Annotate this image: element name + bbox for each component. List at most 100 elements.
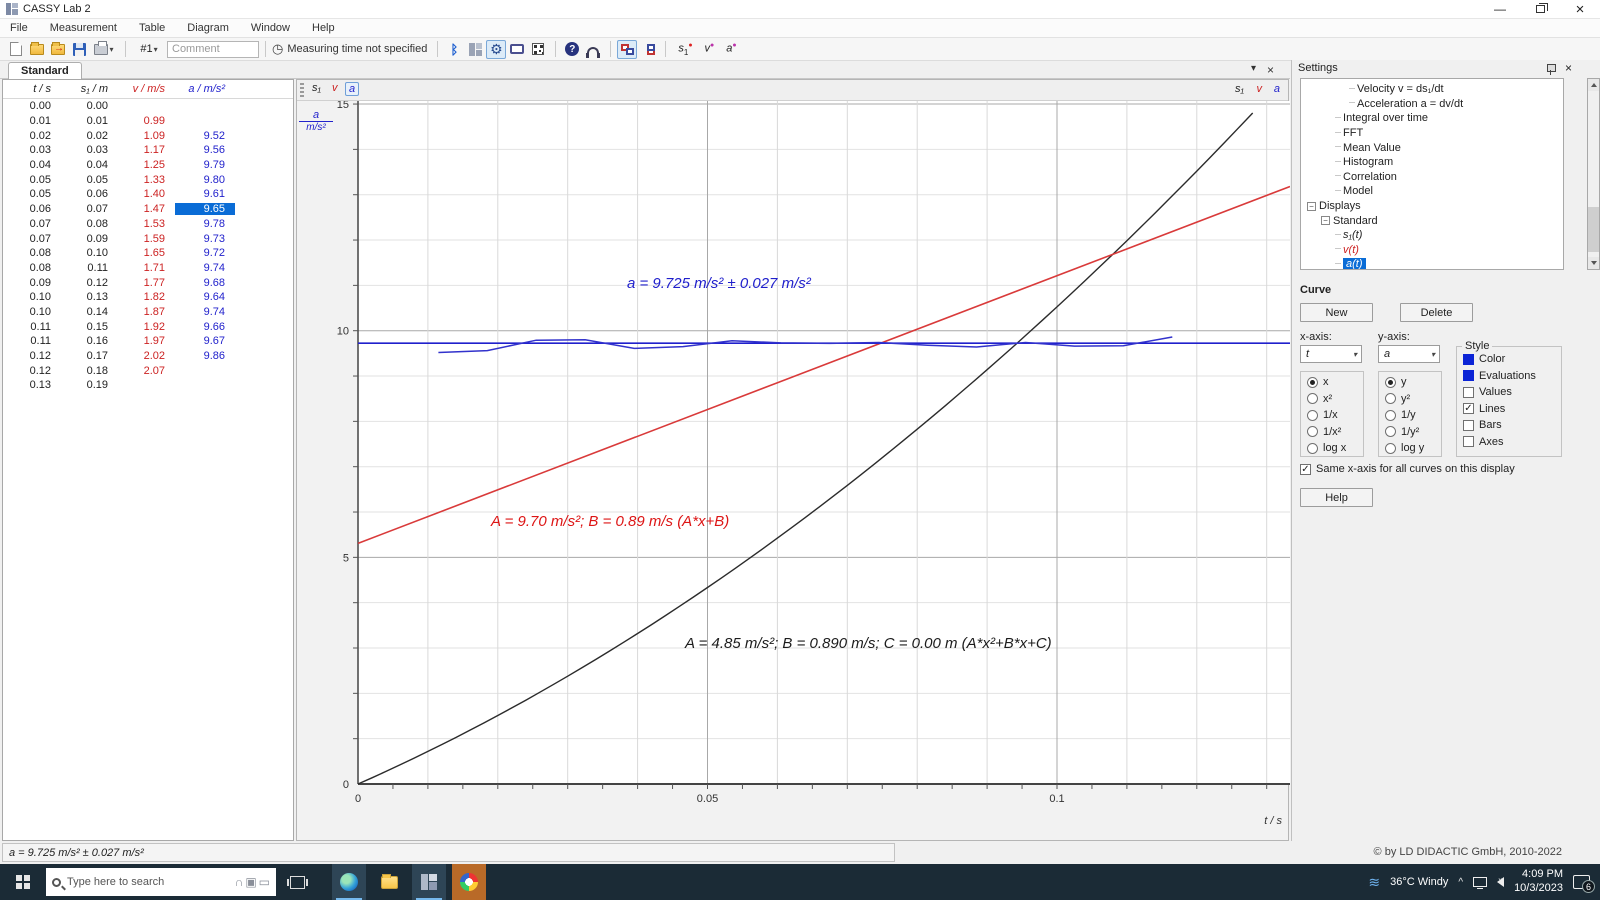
table-cell[interactable]: 0.16	[61, 335, 118, 347]
table-cell[interactable]: 1.47	[118, 203, 175, 215]
table-cell[interactable]: 1.82	[118, 291, 175, 303]
comment-input[interactable]	[167, 41, 259, 58]
x-scale-option[interactable]: log x	[1301, 440, 1363, 457]
tree-item[interactable]: ┄Mean Value	[1301, 140, 1563, 155]
table-cell[interactable]: 0.08	[61, 218, 118, 230]
table-row[interactable]: 0.030.031.179.56	[3, 143, 293, 158]
same-x-axis-checkbox[interactable]: ✓	[1300, 464, 1311, 475]
table-cell[interactable]: 0.10	[3, 306, 61, 318]
tree-item[interactable]: ┄Acceleration a = dv/dt	[1301, 97, 1563, 112]
fit-annotation-parabola[interactable]: A = 4.85 m/s²; B = 0.890 m/s; C = 0.00 m…	[685, 635, 1052, 652]
tree-item[interactable]: ┄v(t)	[1301, 243, 1563, 258]
y-scale-option[interactable]: y²	[1379, 391, 1441, 408]
curve-new-button[interactable]: New	[1300, 303, 1373, 322]
table-cell[interactable]: 9.74	[175, 262, 235, 274]
table-cell[interactable]: 0.09	[3, 277, 61, 289]
tab-standard[interactable]: Standard	[8, 62, 82, 79]
weather-text[interactable]: 36°C Windy	[1390, 876, 1448, 888]
lines-checkbox[interactable]: ✓	[1463, 403, 1474, 414]
table-cell[interactable]: 9.74	[175, 306, 235, 318]
table-cell[interactable]: 0.11	[3, 335, 61, 347]
tree-item[interactable]: ┄Model	[1301, 184, 1563, 199]
task-view-button[interactable]	[280, 864, 314, 900]
table-cell[interactable]: 9.79	[175, 159, 235, 171]
table-cell[interactable]: 2.02	[118, 350, 175, 362]
y-scale-radio[interactable]	[1385, 410, 1396, 421]
table-cell[interactable]: 9.52	[175, 130, 235, 142]
tree-scrollbar[interactable]	[1587, 78, 1600, 270]
minimize-button[interactable]: —	[1480, 0, 1520, 18]
table-cell[interactable]: 0.06	[3, 203, 61, 215]
table-cell[interactable]: 0.04	[3, 159, 61, 171]
table-row[interactable]: 0.080.111.719.74	[3, 261, 293, 276]
col-header-s1[interactable]: s₁ / m	[61, 83, 118, 95]
table-cell[interactable]: 1.59	[118, 233, 175, 245]
axes-checkbox[interactable]	[1463, 436, 1474, 447]
weather-icon[interactable]: ≋	[1368, 874, 1380, 891]
table-cell[interactable]: 0.00	[61, 100, 118, 112]
menu-help[interactable]: Help	[312, 22, 335, 34]
table-cell[interactable]: 9.68	[175, 277, 235, 289]
table-cell[interactable]: 0.02	[3, 130, 61, 142]
table-row[interactable]: 0.070.091.599.73	[3, 231, 293, 246]
col-header-t[interactable]: t / s	[3, 83, 61, 95]
tree-item[interactable]: ┄s₁(t)	[1301, 228, 1563, 243]
x-scale-option[interactable]: x	[1301, 374, 1363, 391]
settings-close-icon[interactable]: ×	[1565, 61, 1572, 75]
style-color[interactable]: Color	[1457, 351, 1561, 368]
tree-expander-icon[interactable]: −	[1307, 202, 1316, 211]
table-cell[interactable]: 0.17	[61, 350, 118, 362]
table-cell[interactable]: 1.71	[118, 262, 175, 274]
table-cell[interactable]: 0.11	[3, 321, 61, 333]
table-row[interactable]: 0.050.051.339.80	[3, 172, 293, 187]
table-cell[interactable]: 9.64	[175, 291, 235, 303]
table-row[interactable]: 0.020.021.099.52	[3, 128, 293, 143]
curve-tab-a[interactable]: a	[345, 82, 359, 96]
table-row[interactable]: 0.120.172.029.86	[3, 349, 293, 364]
table-cell[interactable]: 0.05	[61, 174, 118, 186]
table-cell[interactable]: 0.07	[3, 218, 61, 230]
taskbar-edge[interactable]	[332, 864, 366, 900]
table-cell[interactable]: 9.67	[175, 335, 235, 347]
channel-button-s[interactable]: s1●	[672, 42, 698, 57]
bars-checkbox[interactable]	[1463, 420, 1474, 431]
taskbar-clock[interactable]: 4:09 PM 10/3/2023	[1514, 868, 1563, 896]
menu-measurement[interactable]: Measurement	[50, 22, 117, 34]
table-cell[interactable]: 1.92	[118, 321, 175, 333]
menu-diagram[interactable]: Diagram	[187, 22, 229, 34]
save-button[interactable]	[69, 40, 89, 59]
restore-button[interactable]	[1520, 0, 1560, 18]
help-button[interactable]: Help	[1300, 488, 1373, 507]
table-cell[interactable]: 0.13	[3, 379, 61, 391]
table-row[interactable]: 0.130.19	[3, 378, 293, 393]
table-cell[interactable]: 0.18	[61, 365, 118, 377]
table-cell[interactable]: 1.53	[118, 218, 175, 230]
table-cell[interactable]: 9.73	[175, 233, 235, 245]
pin-icon[interactable]	[1546, 63, 1556, 75]
network-icon[interactable]	[1473, 877, 1487, 887]
table-cell[interactable]: 9.61	[175, 188, 235, 200]
table-cell[interactable]: 0.01	[3, 115, 61, 127]
close-button[interactable]: ×	[1560, 0, 1600, 18]
open-file-button[interactable]	[27, 40, 47, 59]
x-scale-option[interactable]: 1/x	[1301, 407, 1363, 424]
x-axis-combo[interactable]: t ▾	[1300, 345, 1362, 363]
tree-item[interactable]: −Standard	[1301, 213, 1563, 228]
plot-area[interactable]: a m/s² 00.050.1051015 a = 9.725 m/s² ± 0…	[297, 101, 1290, 841]
table-cell[interactable]: 0.14	[61, 306, 118, 318]
tree-item[interactable]: ┄Velocity v = ds₁/dt	[1301, 82, 1563, 97]
curve-tab-v[interactable]: v	[329, 82, 341, 94]
tree-item[interactable]: ┄FFT	[1301, 126, 1563, 141]
window-arrange-button[interactable]	[617, 40, 637, 59]
table-row[interactable]: 0.100.131.829.64	[3, 290, 293, 305]
table-row[interactable]: 0.100.141.879.74	[3, 305, 293, 320]
y-scale-option[interactable]: 1/y²	[1379, 424, 1441, 441]
table-cell[interactable]: 1.65	[118, 247, 175, 259]
y-scale-radio[interactable]	[1385, 443, 1396, 454]
x-scale-radio[interactable]	[1307, 393, 1318, 404]
table-cell[interactable]: 0.09	[61, 233, 118, 245]
legend-s1[interactable]: s₁	[1235, 83, 1244, 95]
table-cell[interactable]: 0.07	[61, 203, 118, 215]
table-cell[interactable]: 9.65	[175, 203, 235, 215]
table-cell[interactable]: 1.40	[118, 188, 175, 200]
